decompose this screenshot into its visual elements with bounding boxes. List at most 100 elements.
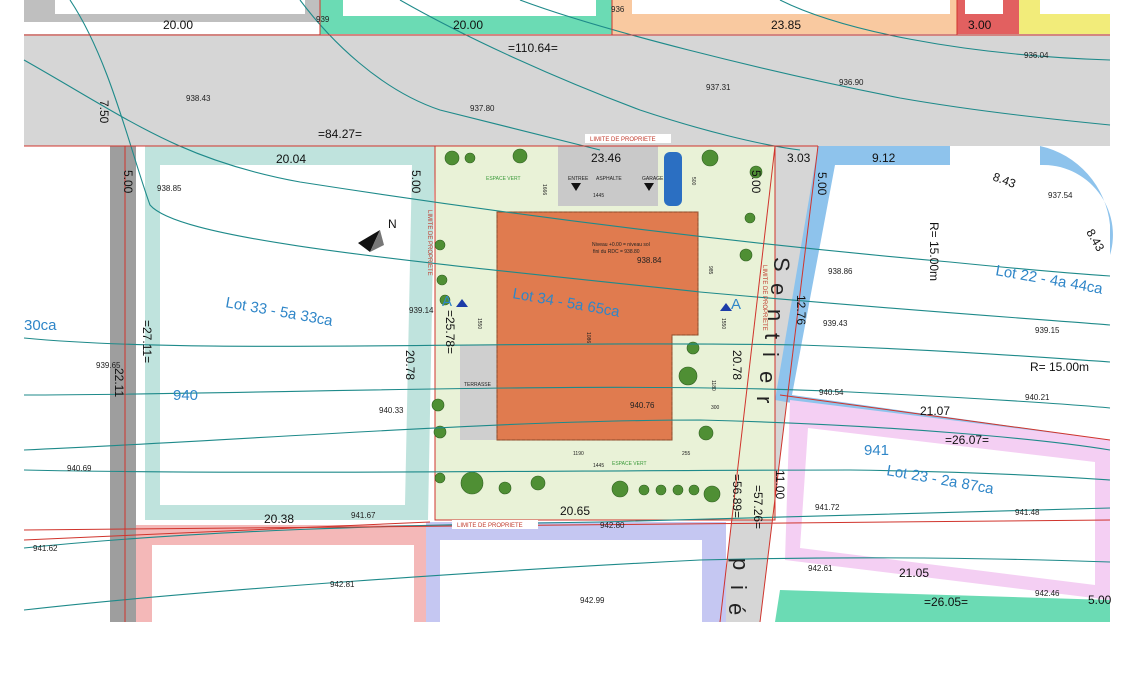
terrasse-label: TERRASSE (464, 382, 492, 388)
lot30-label: 30ca (24, 317, 57, 334)
garage-label: GARAGE (642, 176, 664, 182)
meas-1086: 1086 (585, 332, 591, 343)
alt-940-21: 940.21 (1025, 393, 1050, 402)
alt-938-85: 938.85 (157, 184, 182, 193)
alt-938-86: 938.86 (828, 267, 853, 276)
alt-939-43: 939.43 (823, 319, 848, 328)
dim-5-00e: 5.00 (1088, 593, 1112, 607)
alt-939-15: 939.15 (1035, 326, 1060, 335)
alt-942-99: 942.99 (580, 596, 605, 605)
alt-941-62: 941.62 (33, 544, 58, 553)
meas-255: 255 (682, 451, 691, 457)
alt-940-33: 940.33 (379, 406, 404, 415)
top-lot-yellow-inner (1040, 0, 1110, 14)
dim-20-04: 20.04 (276, 152, 306, 166)
alt-941-67: 941.67 (351, 511, 376, 520)
dim-5-00c: 5.00 (749, 170, 763, 194)
dim-radius-1: R= 15.00m (927, 222, 941, 281)
road-label-letter: r (752, 396, 777, 403)
dim-11-00: 11.00 (773, 470, 787, 499)
meas-300: 300 (711, 405, 720, 411)
road-label-letter: t (760, 333, 785, 339)
alt-937-54: 937.54 (1048, 191, 1073, 200)
dim-radius-2: R= 15.00m (1030, 360, 1089, 374)
road-label-letter: S (769, 257, 794, 272)
dim-9-12: 9.12 (872, 151, 896, 165)
dim-20-65: 20.65 (560, 504, 590, 518)
alt-936-04: 936.04 (1024, 51, 1049, 60)
alt-936-90: 936.90 (839, 78, 864, 87)
alt-942-46: 942.46 (1035, 589, 1060, 598)
north-label: N (388, 217, 397, 231)
road-label-letter: e (755, 371, 780, 383)
section-label-right: A (731, 296, 741, 313)
section-label-left: A (442, 293, 452, 310)
dim-20-38: 20.38 (264, 512, 294, 526)
dim-7-50: 7.50 (97, 100, 111, 124)
limit-label-top: LIMITE DE PROPRIETE (590, 137, 656, 143)
alt-942-81: 942.81 (330, 580, 355, 589)
espace-vert-top: ESPACE VERT (486, 176, 521, 182)
dim-3-03: 3.03 (787, 151, 811, 165)
meas-1550-right: 1550 (720, 318, 726, 329)
dim-21-07: 21.07 (920, 404, 950, 418)
alt-939: 939 (316, 15, 330, 24)
car-icon (664, 152, 682, 206)
road-label-letter: i (726, 585, 751, 590)
dim-20-78b: 20.78 (730, 350, 744, 380)
alt-942-80: 942.80 (600, 521, 625, 530)
alt-937-80: 937.80 (470, 104, 495, 113)
dim-25-78: =25.78= (443, 310, 457, 354)
alt-942-61: 942.61 (808, 564, 833, 573)
main-road (24, 34, 1110, 146)
bottom-lot-pink-inner (152, 545, 414, 622)
espace-vert-bottom: ESPACE VERT (612, 461, 647, 467)
dim-26-07: =26.07= (945, 433, 989, 447)
site-plan-map: N A A 20.00 20.00 23.85 3.00 =110.64= 7.… (23, 0, 1113, 623)
dim-21-05: 21.05 (899, 566, 929, 580)
road-total-dim: =110.64= (508, 41, 558, 55)
alt-940-69: 940.69 (67, 464, 92, 473)
dim-26-05: =26.05= (924, 595, 968, 609)
contour-label-941: 941 (864, 442, 889, 459)
top-dim-2: 20.00 (453, 18, 483, 32)
road-label-letter: e (766, 283, 791, 295)
alt-938-84: 938.84 (637, 256, 662, 265)
alt-937-31: 937.31 (706, 83, 731, 92)
meas-1666: 1666 (541, 184, 547, 195)
limit-label-bottom: LIMITE DE PROPRIETE (457, 523, 523, 529)
alt-939-14: 939.14 (409, 306, 434, 315)
dim-5-00a: 5.00 (121, 170, 135, 194)
top-dim-1: 20.00 (163, 18, 193, 32)
dim-12-76: 12.76 (794, 295, 808, 325)
road-label-letter: é (724, 603, 749, 615)
meas-500: 500 (690, 177, 696, 186)
alt-936: 936 (611, 5, 625, 14)
road-label-letter: i (758, 352, 783, 357)
top-dim-4: 3.00 (968, 18, 992, 32)
dim-27-11: =27.11= (140, 320, 154, 363)
limit-label-left: LIMITE DE PROPRIETE (426, 210, 432, 276)
dim-22-11: 22.11 (112, 368, 126, 397)
meas-1190: 1190 (573, 451, 584, 457)
dim-84-27: =84.27= (318, 127, 362, 141)
meas-1445-bottom: 1445 (593, 463, 604, 469)
dim-56-89: =56.89= (730, 474, 744, 518)
alt-939-65: 939.65 (96, 361, 121, 370)
meas-1180: 1180 (710, 380, 716, 391)
alt-938-43: 938.43 (186, 94, 211, 103)
top-lot-red-inner (965, 0, 1003, 14)
meas-1550-left: 1550 (476, 318, 482, 329)
dim-5-00b: 5.00 (409, 170, 423, 194)
alt-940-54: 940.54 (819, 388, 844, 397)
alt-940-76: 940.76 (630, 401, 655, 410)
dim-57-26: =57.26= (751, 485, 765, 529)
entree-label: ENTREE (568, 176, 589, 182)
dim-5-00d: 5.00 (815, 172, 829, 196)
road-label-letter: p (728, 558, 753, 570)
top-dim-3: 23.85 (771, 18, 801, 32)
niveau-label-1: Niveau +0.00 = niveau sol (592, 242, 650, 248)
top-lot-grey-inner (55, 0, 305, 14)
limit-label-right: LIMITE DE PROPRIETE (761, 265, 767, 331)
bottom-lot-blue-inner (440, 540, 702, 622)
